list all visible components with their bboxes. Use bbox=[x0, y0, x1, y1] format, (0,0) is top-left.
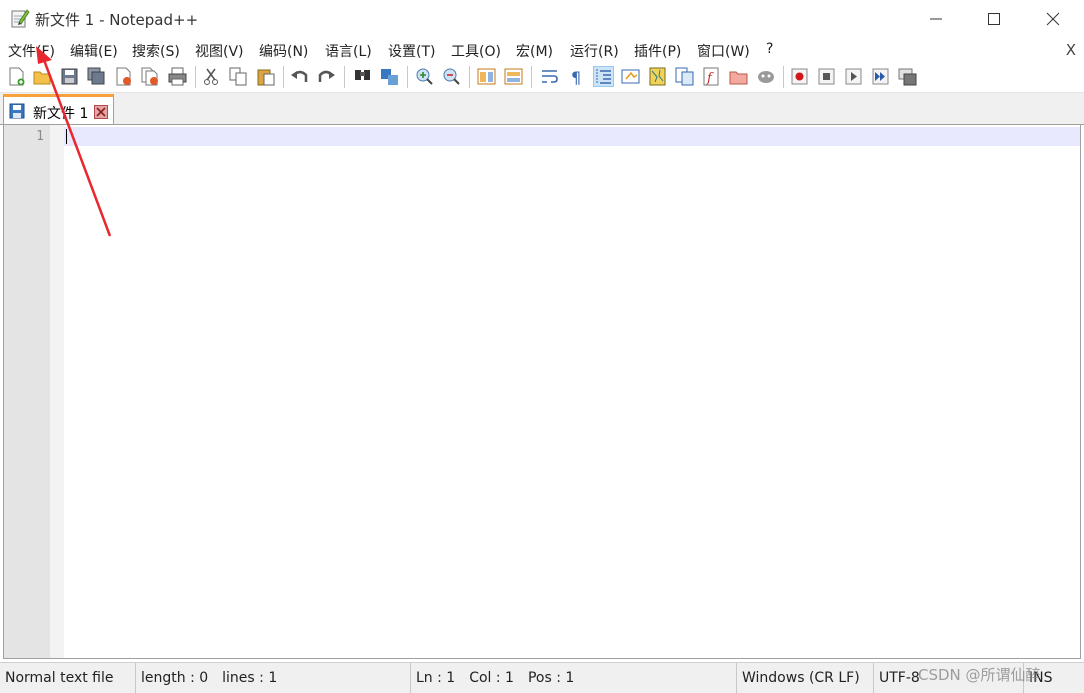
save-icon[interactable] bbox=[60, 67, 79, 86]
folder-as-workspace-icon[interactable]: f bbox=[702, 67, 721, 86]
playback-macro-icon[interactable] bbox=[844, 67, 863, 86]
document-map-icon[interactable] bbox=[648, 67, 667, 86]
menu-view[interactable]: 视图(V) bbox=[195, 41, 244, 61]
cut-icon[interactable] bbox=[202, 67, 221, 86]
status-length: length : 0 bbox=[141, 670, 209, 686]
sync-vertical-icon[interactable] bbox=[477, 67, 496, 86]
line-number: 1 bbox=[36, 129, 44, 144]
user-defined-language-icon[interactable] bbox=[621, 67, 640, 86]
minimize-button[interactable] bbox=[907, 0, 965, 38]
toolbar-separator bbox=[195, 66, 196, 88]
notepad-icon[interactable] bbox=[10, 8, 30, 28]
print-icon[interactable] bbox=[168, 67, 187, 86]
text-cursor bbox=[66, 129, 67, 144]
maximize-icon bbox=[988, 13, 1000, 25]
show-all-characters-icon[interactable]: ¶ bbox=[567, 67, 586, 86]
status-file-type: Normal text file bbox=[0, 663, 136, 693]
zoom-in-icon[interactable] bbox=[415, 67, 434, 86]
toolbar-separator bbox=[783, 66, 784, 88]
tab-close-icon[interactable] bbox=[94, 104, 108, 119]
word-wrap-icon[interactable] bbox=[540, 67, 559, 86]
redo-icon[interactable] bbox=[317, 67, 336, 86]
toolbar: ¶ f bbox=[0, 62, 1084, 93]
menu-language[interactable]: 语言(L) bbox=[325, 41, 372, 61]
undo-icon[interactable] bbox=[290, 67, 309, 86]
menu-tools[interactable]: 工具(O) bbox=[451, 41, 501, 61]
zoom-out-icon[interactable] bbox=[442, 67, 461, 86]
tab-new-file-1[interactable]: 新文件 1 bbox=[3, 94, 114, 124]
title-bar: 新文件 1 - Notepad++ bbox=[0, 0, 1084, 38]
toolbar-separator bbox=[344, 66, 345, 88]
document-list-icon[interactable] bbox=[729, 67, 748, 86]
fold-margin[interactable] bbox=[50, 125, 64, 658]
toolbar-separator bbox=[283, 66, 284, 88]
new-file-icon[interactable] bbox=[7, 67, 26, 86]
menu-bar: 文件(F) 编辑(E) 搜索(S) 视图(V) 编码(N) 语言(L) 设置(T… bbox=[0, 38, 1084, 62]
status-col: Col : 1 bbox=[469, 670, 514, 686]
status-lines: lines : 1 bbox=[222, 670, 278, 686]
saved-file-icon bbox=[9, 103, 25, 123]
toolbar-separator bbox=[531, 66, 532, 88]
close-document-button[interactable]: X bbox=[1066, 41, 1076, 59]
menu-help[interactable]: ? bbox=[766, 41, 773, 57]
svg-text:¶: ¶ bbox=[571, 68, 581, 86]
function-list-icon[interactable] bbox=[675, 67, 694, 86]
current-line-highlight bbox=[64, 127, 1080, 146]
close-file-icon[interactable] bbox=[114, 67, 133, 86]
toolbar-separator bbox=[469, 66, 470, 88]
status-pos: Pos : 1 bbox=[527, 670, 575, 686]
status-position: Ln : 1 Col : 1 Pos : 1 bbox=[411, 663, 737, 693]
menu-edit[interactable]: 编辑(E) bbox=[70, 41, 118, 61]
status-ln: Ln : 1 bbox=[416, 670, 456, 686]
close-window-button[interactable] bbox=[1024, 0, 1082, 38]
save-macro-icon[interactable] bbox=[898, 67, 917, 86]
status-eol[interactable]: Windows (CR LF) bbox=[737, 663, 874, 693]
menu-file[interactable]: 文件(F) bbox=[8, 41, 55, 61]
copy-icon[interactable] bbox=[229, 67, 248, 86]
close-all-icon[interactable] bbox=[141, 67, 160, 86]
menu-window[interactable]: 窗口(W) bbox=[697, 41, 750, 61]
monitoring-icon[interactable] bbox=[756, 67, 775, 86]
menu-encoding[interactable]: 编码(N) bbox=[259, 41, 308, 61]
stop-recording-icon[interactable] bbox=[817, 67, 836, 86]
maximize-button[interactable] bbox=[965, 0, 1023, 38]
record-macro-icon[interactable] bbox=[790, 67, 809, 86]
close-icon bbox=[1046, 12, 1060, 26]
open-file-icon[interactable] bbox=[33, 67, 52, 86]
status-length-lines: length : 0 lines : 1 bbox=[136, 663, 411, 693]
indent-guide-icon[interactable] bbox=[593, 66, 614, 87]
menu-search[interactable]: 搜索(S) bbox=[132, 41, 180, 61]
tab-bar: 新文件 1 bbox=[0, 93, 1084, 125]
menu-plugins[interactable]: 插件(P) bbox=[634, 41, 681, 61]
watermark: CSDN @所谓仙醉 bbox=[918, 666, 1041, 684]
toolbar-separator bbox=[407, 66, 408, 88]
minimize-icon bbox=[930, 18, 942, 20]
paste-icon[interactable] bbox=[256, 67, 275, 86]
find-icon[interactable] bbox=[353, 67, 372, 86]
menu-run[interactable]: 运行(R) bbox=[570, 41, 619, 61]
menu-macro[interactable]: 宏(M) bbox=[516, 41, 553, 61]
editor-area[interactable]: 1 bbox=[3, 124, 1081, 659]
line-number-margin: 1 bbox=[4, 125, 50, 658]
tab-label: 新文件 1 bbox=[33, 106, 89, 122]
save-all-icon[interactable] bbox=[87, 67, 106, 86]
menu-settings[interactable]: 设置(T) bbox=[388, 41, 435, 61]
replace-icon[interactable] bbox=[380, 67, 399, 86]
run-macro-multiple-icon[interactable] bbox=[871, 67, 890, 86]
sync-horizontal-icon[interactable] bbox=[504, 67, 523, 86]
window-title: 新文件 1 - Notepad++ bbox=[35, 11, 199, 29]
